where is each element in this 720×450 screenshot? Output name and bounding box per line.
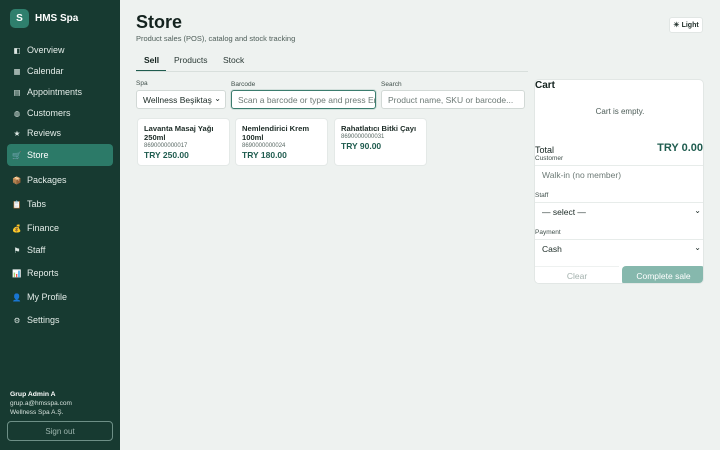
product-card[interactable]: Rahatlatıcı Bitki Çayı 8690000000031 TRY… (334, 118, 427, 166)
money-bag-icon: 💰 (12, 223, 22, 233)
total-value: TRY 0.00 (657, 142, 703, 154)
chevron-down-icon: ⌄ (694, 206, 701, 215)
sidebar-item-reviews[interactable]: ★ Reviews (7, 122, 113, 144)
sidebar-item-packages[interactable]: 📦 Packages (7, 169, 113, 191)
customer-label: Customer (535, 155, 564, 162)
sidebar-item-appointments[interactable]: ▤ Appointments (7, 81, 113, 103)
cart-title: Cart (535, 80, 556, 91)
customer-input[interactable]: Walk-in (no member) (535, 165, 703, 184)
sidebar-item-label: Packages (27, 175, 67, 185)
sidebar: S HMS Spa ◧ Overview ▦ Calendar ▤ Appointment… (0, 0, 120, 450)
star-icon: ★ (13, 128, 21, 138)
user-email: grup.a@hmsspa.com (10, 400, 72, 407)
sidebar-item-my-profile[interactable]: 👤 My Profile (7, 286, 113, 308)
payment-select[interactable]: Cash ⌄ (535, 239, 703, 258)
main-content: Store Product sales (POS), catalog and s… (120, 0, 720, 450)
payment-select-value: Cash (542, 244, 562, 254)
sidebar-item-label: Settings (27, 315, 60, 325)
sidebar-item-calendar[interactable]: ▦ Calendar (7, 60, 113, 82)
product-name: Rahatlatıcı Bitki Çayı (341, 124, 417, 133)
sidebar-item-store[interactable]: 🛒 Store (7, 144, 113, 166)
barcode-input[interactable]: Scan a barcode or type and press Enter (231, 90, 376, 109)
total-label: Total (535, 145, 555, 155)
sidebar-item-reports[interactable]: 📊 Reports (7, 262, 113, 284)
product-name: Nemlendirici Krem 100ml (242, 124, 310, 142)
tab-stock[interactable]: Stock (223, 55, 244, 65)
staff-icon: ⚑ (13, 245, 21, 255)
customers-icon: ◍ (13, 108, 21, 118)
sidebar-item-label: Tabs (27, 199, 47, 209)
sign-out-button[interactable]: Sign out (7, 421, 113, 441)
theme-label: Light (681, 21, 699, 29)
calendar-icon: ▦ (13, 66, 21, 76)
page-title: Store (136, 12, 183, 32)
chevron-down-icon: ⌄ (694, 243, 701, 252)
clear-cart-button[interactable]: Clear (535, 266, 619, 283)
cart-icon: 🛒 (12, 150, 22, 160)
product-price: TRY 180.00 (242, 150, 287, 160)
sidebar-item-finance[interactable]: 💰 Finance (7, 217, 113, 239)
barcode-label: Barcode (231, 81, 256, 88)
tab-products[interactable]: Products (174, 55, 208, 65)
profile-icon: 👤 (12, 292, 22, 302)
chevron-down-icon: ⌄ (214, 94, 221, 103)
search-input[interactable]: Product name, SKU or barcode... (381, 90, 525, 109)
sidebar-item-label: Store (27, 150, 49, 160)
appointments-icon: ▤ (13, 87, 21, 97)
cart-panel: Cart Cart is empty. Total TRY 0.00 Custo… (534, 79, 704, 284)
user-name: Grup Admin A (10, 391, 56, 398)
product-sku: 8690000000031 (341, 134, 385, 140)
sidebar-item-label: My Profile (27, 292, 68, 302)
tab-divider (136, 71, 528, 72)
cart-empty-message: Cart is empty. (595, 107, 645, 116)
product-price: TRY 90.00 (341, 141, 382, 151)
spa-label: Spa (136, 80, 148, 87)
sidebar-item-overview[interactable]: ◧ Overview (7, 39, 113, 61)
product-sku: 8690000000017 (144, 143, 188, 149)
product-card[interactable]: Lavanta Masaj Yağı 250ml 8690000000017 T… (137, 118, 230, 166)
sidebar-item-label: Overview (27, 45, 65, 55)
staff-select[interactable]: — select — ⌄ (535, 202, 703, 221)
payment-label: Payment (535, 229, 561, 236)
page-subtitle: Product sales (POS), catalog and stock t… (136, 34, 296, 43)
brand: S HMS Spa (10, 9, 78, 28)
brand-name: HMS Spa (35, 13, 79, 24)
tab-sell[interactable]: Sell (144, 55, 159, 65)
product-price: TRY 250.00 (144, 150, 189, 160)
sidebar-item-staff[interactable]: ⚑ Staff (7, 239, 113, 261)
search-label: Search (381, 81, 402, 88)
sidebar-item-label: Finance (27, 223, 60, 233)
gear-icon: ⚙ (13, 315, 21, 325)
staff-select-value: — select — (542, 207, 586, 217)
sidebar-item-label: Customers (27, 108, 71, 118)
package-icon: 📦 (12, 175, 22, 185)
clipboard-icon: 📋 (12, 199, 22, 209)
sidebar-item-label: Staff (27, 245, 46, 255)
complete-sale-button[interactable]: Complete sale (622, 266, 703, 283)
barcode-placeholder: Scan a barcode or type and press Enter (238, 94, 376, 105)
sidebar-item-settings[interactable]: ⚙ Settings (7, 309, 113, 331)
theme-toggle-button[interactable]: ☀ Light (669, 17, 703, 33)
product-name: Lavanta Masaj Yağı 250ml (144, 124, 214, 142)
sidebar-item-label: Appointments (27, 87, 83, 97)
customer-placeholder: Walk-in (no member) (542, 170, 622, 180)
product-sku: 8690000000024 (242, 143, 286, 149)
sidebar-item-label: Reports (27, 268, 59, 278)
reports-icon: 📊 (12, 268, 22, 278)
sidebar-item-customers[interactable]: ◍ Customers (7, 102, 113, 124)
spa-select-value: Wellness Beşiktaş (143, 94, 212, 105)
search-placeholder: Product name, SKU or barcode... (388, 94, 514, 105)
overview-icon: ◧ (13, 45, 21, 55)
product-card[interactable]: Nemlendirici Krem 100ml 8690000000024 TR… (235, 118, 328, 166)
sidebar-item-tabs[interactable]: 📋 Tabs (7, 193, 113, 215)
sidebar-item-label: Reviews (27, 128, 62, 138)
sidebar-item-label: Calendar (27, 66, 64, 76)
user-info: Grup Admin A grup.a@hmsspa.com Wellness … (10, 390, 72, 417)
spa-select[interactable]: Wellness Beşiktaş ⌄ (136, 90, 226, 109)
sun-icon: ☀ (673, 22, 680, 29)
staff-label: Staff (535, 192, 549, 199)
user-org: Wellness Spa A.Ş. (10, 409, 64, 416)
brand-logo: S (10, 9, 29, 28)
